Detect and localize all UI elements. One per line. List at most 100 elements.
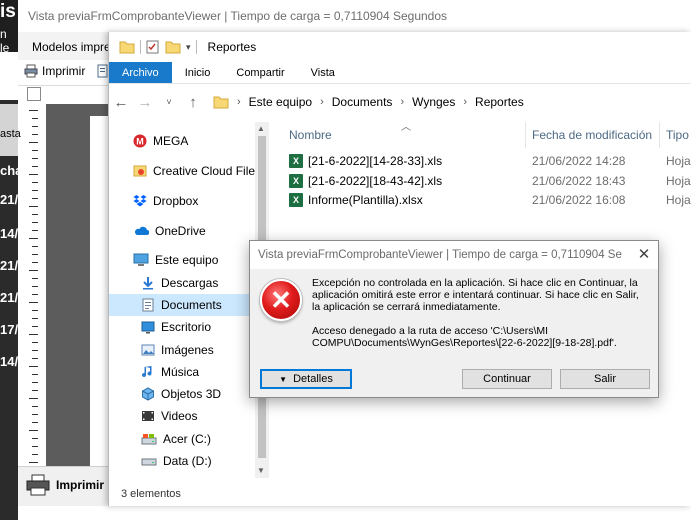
continue-button[interactable]: Continuar — [462, 369, 552, 389]
sidebar-item-descargas[interactable]: Descargas — [109, 272, 269, 294]
scroll-down-icon[interactable]: ▼ — [257, 466, 265, 475]
file-name: Informe(Plantilla).xlsx — [308, 193, 423, 207]
explorer-titlebar: ▾ Reportes — [109, 32, 691, 62]
file-row[interactable]: X [21-6-2022][14-28-33].xls 21/06/2022 1… — [287, 151, 691, 171]
ruler-tick — [29, 270, 38, 271]
drive-d-icon — [141, 458, 157, 466]
titlebar-separator — [195, 40, 197, 54]
close-icon[interactable]: ✕ — [634, 245, 654, 263]
sidebar-item-objetos-3d[interactable]: Objetos 3D — [109, 383, 269, 405]
exit-button[interactable]: Salir — [560, 369, 650, 389]
ruler-tick — [29, 174, 38, 175]
report-page — [90, 116, 110, 476]
background-grid-row: 17/ — [0, 322, 18, 337]
tab-inicio[interactable]: Inicio — [172, 62, 224, 83]
properties-icon[interactable] — [146, 40, 160, 54]
scroll-up-icon[interactable]: ▲ — [257, 124, 265, 133]
sidebar-item-label: Data (D:) — [163, 454, 212, 468]
address-bar[interactable]: › Este equipo › Documents › Wynges › Rep… — [209, 90, 689, 114]
sidebar-item-este-equipo[interactable]: Este equipo — [109, 249, 269, 271]
background-checkbox[interactable] — [27, 87, 41, 101]
column-separator[interactable] — [525, 122, 526, 148]
sidebar-item-musica[interactable]: Música — [109, 361, 269, 383]
sidebar-item-imagenes[interactable]: Imágenes — [109, 339, 269, 361]
drive-c-icon — [141, 434, 157, 445]
background-window-edge: is n le — [0, 0, 18, 55]
ruler-tick — [29, 334, 38, 335]
sidebar-item-data-d[interactable]: Data (D:) — [109, 450, 269, 472]
ruler-tick — [32, 286, 38, 287]
sidebar-item-label: Videos — [161, 409, 198, 423]
sidebar-item-label: Acer (C:) — [163, 432, 211, 446]
breadcrumb-este-equipo[interactable]: Este equipo — [249, 95, 312, 109]
print-button-label: Imprimir — [42, 64, 86, 78]
sidebar-item-onedrive[interactable]: OneDrive — [109, 220, 269, 242]
sort-ascending-icon: ︿ — [401, 122, 411, 133]
up-arrow-icon[interactable]: ↑ — [181, 94, 205, 111]
ruler-tick — [29, 398, 38, 399]
ruler-tick — [29, 238, 38, 239]
background-grid-row: 21/ — [0, 258, 18, 273]
forward-arrow-icon[interactable]: → — [133, 94, 157, 111]
column-header-tipo[interactable]: Tipo — [666, 128, 689, 142]
sidebar-item-mega[interactable]: M MEGA — [109, 130, 269, 152]
sidebar-item-escritorio[interactable]: Escritorio — [109, 316, 269, 338]
videos-icon — [142, 411, 154, 421]
sidebar-item-label: Escritorio — [161, 320, 212, 334]
chevron-down-icon: ▼ — [279, 374, 288, 384]
documents-icon — [142, 298, 154, 312]
mega-icon: M — [133, 134, 147, 148]
tab-compartir[interactable]: Compartir — [223, 62, 297, 83]
ruler-tick — [32, 454, 38, 455]
error-dialog: Vista previaFrmComprobanteViewer | Tiemp… — [249, 240, 659, 398]
ruler-tick — [29, 206, 38, 207]
pictures-icon — [141, 344, 155, 356]
column-header-fecha[interactable]: Fecha de modificación — [532, 128, 652, 142]
details-button[interactable]: ▼ Detalles — [260, 369, 352, 389]
ruler-tick — [32, 374, 38, 375]
excel-file-icon: X — [289, 193, 303, 207]
new-folder-icon[interactable] — [165, 40, 181, 54]
sidebar-item-creative-cloud[interactable]: Creative Cloud Files — [109, 160, 269, 182]
ruler-tick — [32, 182, 38, 183]
column-separator[interactable] — [659, 122, 660, 148]
tab-archivo[interactable]: Archivo — [109, 62, 172, 83]
file-name-cell: X [21-6-2022][18-43-42].xls — [289, 174, 442, 188]
ruler-tick — [32, 134, 38, 135]
creative-cloud-icon — [133, 165, 147, 177]
breadcrumb-wynges[interactable]: Wynges — [412, 95, 455, 109]
bottom-print-button[interactable]: Imprimir — [26, 474, 104, 496]
ruler-tick — [32, 342, 38, 343]
ruler-tick — [32, 214, 38, 215]
models-menu-item[interactable]: Modelos impre — [32, 40, 111, 54]
sidebar-item-dropbox[interactable]: Dropbox — [109, 190, 269, 212]
sidebar-item-documents[interactable]: Documents — [109, 294, 269, 316]
column-header-nombre[interactable]: Nombre — [289, 128, 332, 142]
sidebar-item-videos[interactable]: Videos — [109, 405, 269, 427]
tab-vista[interactable]: Vista — [298, 62, 348, 83]
sidebar-item-acer-c[interactable]: Acer (C:) — [109, 428, 269, 450]
status-bar-item-count: 3 elementos — [121, 488, 181, 500]
sidebar-item-label: Dropbox — [153, 194, 199, 208]
bottom-print-label: Imprimir — [56, 478, 105, 492]
ruler-tick — [32, 262, 38, 263]
background-grid-row: 14/ — [0, 226, 18, 241]
background-edge-text-2: n le — [0, 27, 10, 55]
ruler-tick — [32, 190, 38, 191]
ruler-tick — [29, 430, 38, 431]
file-row[interactable]: X [21-6-2022][18-43-42].xls 21/06/2022 1… — [287, 171, 691, 191]
ruler-tick — [32, 382, 38, 383]
ruler-tick — [32, 358, 38, 359]
print-button[interactable]: Imprimir — [24, 64, 85, 78]
downloads-icon — [143, 277, 153, 290]
breadcrumb-documents[interactable]: Documents — [332, 95, 393, 109]
background-grid-row: 21/ — [0, 192, 18, 207]
ruler-tick — [32, 422, 38, 423]
back-arrow-icon[interactable]: ← — [109, 94, 133, 111]
ruler-tick — [32, 294, 38, 295]
quick-access-dropdown-icon[interactable]: ▾ — [186, 42, 191, 53]
recent-locations-icon[interactable]: ˅ — [157, 97, 181, 107]
breadcrumb-reportes[interactable]: Reportes — [475, 95, 524, 109]
file-row[interactable]: X Informe(Plantilla).xlsx 21/06/2022 16:… — [287, 190, 691, 210]
navigation-bar: ← → ˅ ↑ › Este equipo › Documents › Wyng… — [109, 84, 691, 120]
